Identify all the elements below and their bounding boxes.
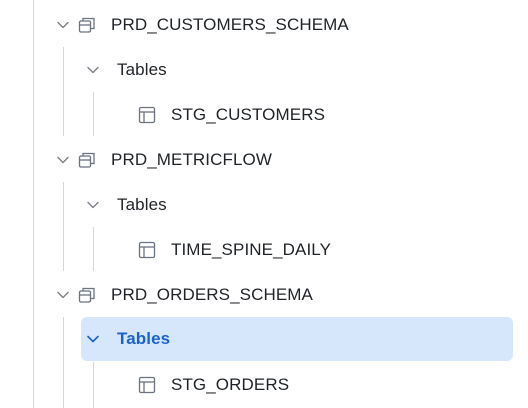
folder-label: Tables — [117, 328, 171, 348]
chevron-down-icon[interactable] — [86, 63, 100, 77]
tree-folder-row[interactable]: Tables — [0, 47, 528, 92]
tree-schema-row[interactable]: PRD_METRICFLOW — [0, 137, 528, 182]
table-icon — [138, 106, 156, 124]
tree-table-row[interactable]: STG_CUSTOMERS — [0, 92, 528, 137]
tree-folder-row-selected[interactable]: Tables — [0, 316, 528, 361]
schema-icon — [78, 151, 96, 169]
tree-table-row[interactable]: TIME_SPINE_DAILY — [0, 227, 528, 272]
schema-name: PRD_METRICFLOW — [111, 149, 273, 169]
chevron-down-icon[interactable] — [56, 288, 70, 302]
schema-icon — [78, 286, 96, 304]
tree-schema-row[interactable]: PRD_CUSTOMERS_SCHEMA — [0, 2, 528, 47]
chevron-down-icon[interactable] — [56, 18, 70, 32]
tree-folder-row[interactable]: Tables — [0, 182, 528, 227]
schema-icon — [78, 16, 96, 34]
table-name: TIME_SPINE_DAILY — [171, 239, 332, 259]
table-icon — [138, 376, 156, 394]
table-name: STG_ORDERS — [171, 374, 290, 394]
schema-tree: PRD_CUSTOMERS_SCHEMA Tables STG_CUSTOMER… — [0, 0, 528, 408]
chevron-down-icon[interactable] — [86, 332, 100, 346]
folder-label: Tables — [117, 59, 167, 79]
tree-table-row[interactable]: STG_ORDERS — [0, 362, 528, 407]
table-name: STG_CUSTOMERS — [171, 104, 326, 124]
schema-name: PRD_ORDERS_SCHEMA — [111, 284, 313, 304]
chevron-down-icon[interactable] — [56, 153, 70, 167]
table-icon — [138, 241, 156, 259]
tree-schema-row[interactable]: PRD_ORDERS_SCHEMA — [0, 272, 528, 317]
folder-label: Tables — [117, 194, 167, 214]
chevron-down-icon[interactable] — [86, 198, 100, 212]
schema-name: PRD_CUSTOMERS_SCHEMA — [111, 14, 349, 34]
